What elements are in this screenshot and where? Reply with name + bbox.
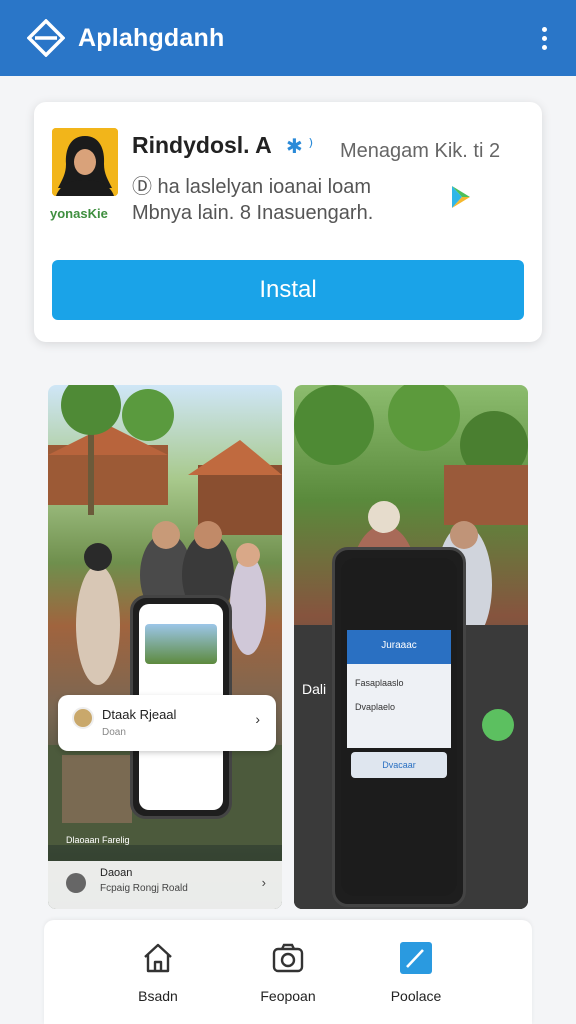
install-button[interactable]: Instal [52,260,524,320]
app-meta: Menagam Kik. ti 2 [340,140,501,162]
footer-avatar [66,873,86,893]
tab-home[interactable]: Bsadn [98,938,218,1004]
footer-subtitle: Fcpaig Rongj Roald [100,883,188,894]
settings-row-2[interactable]: Dvaplaelo [355,702,395,712]
tab-camera[interactable]: Feopoan [228,938,348,1004]
screenshot-caption: Dlaoaan Farelig [66,835,130,845]
developer-avatar[interactable] [52,128,118,196]
tab-label: Bsadn [138,988,178,1004]
app-logo-icon[interactable] [26,18,66,58]
panel-action-button[interactable]: Dvacaar [351,752,447,778]
footer-title: Daoan [100,867,133,879]
app-listing-card: yonasKie Rindydosl. A ✱ ⁾ Menagam Kik. t… [34,102,542,342]
tab-label: Feopoan [260,988,316,1004]
group-photo [145,624,217,664]
tab-edit[interactable]: Poolace [356,938,476,1004]
contact-name: Dtaak Rjeaal [102,707,177,722]
screenshot-left[interactable]: Dtaak Rjeaal Doan › Dlaoaan Farelig Daoa… [48,385,282,909]
camera-icon [228,938,348,978]
verified-badge-icon: ✱ ⁾ [286,136,314,158]
avatar-label: yonasKie [50,206,108,221]
app-description-line-1: Ⓓ ha laslelyan ioanai loam [132,176,372,198]
edit-icon [356,938,476,978]
chevron-right-icon: › [255,711,260,727]
screenshot-caption: Dali [302,681,327,697]
app-description-line-2: Mbnya lain. 8 Inasuengarh. [132,202,374,224]
overflow-menu-icon[interactable] [532,23,556,53]
play-store-icon [450,184,472,210]
app-name: Rindydosl. A [132,132,272,158]
app-header: Juraaac [347,630,451,664]
contact-sub: Doan [102,727,126,738]
app-title: Aplahgdanh [78,23,225,52]
home-icon [98,938,218,978]
contact-popup[interactable]: Dtaak Rjeaal Doan › [58,695,276,751]
phone-mockup-right: Juraaac Fasaplaaslo Dvaplaelo Dvacaar [332,547,466,907]
bottom-tab-bar: Bsadn Feopoan Poolace [44,920,532,1024]
contact-avatar [72,707,94,729]
screenshot-right[interactable]: Dali Juraaac Fasaplaaslo Dvaplaelo Dvaca… [294,385,528,909]
tab-label: Poolace [390,988,442,1004]
app-header-title: Juraaac [381,640,417,651]
screenshot-footer[interactable]: Daoan Fcpaig Rongj Roald › [48,861,282,909]
chevron-right-icon: › [261,875,266,890]
settings-row-1[interactable]: Fasaplaaslo [355,678,404,688]
settings-panel: Fasaplaaslo Dvaplaelo [347,664,451,748]
app-bar: Aplahgdanh [0,0,576,76]
